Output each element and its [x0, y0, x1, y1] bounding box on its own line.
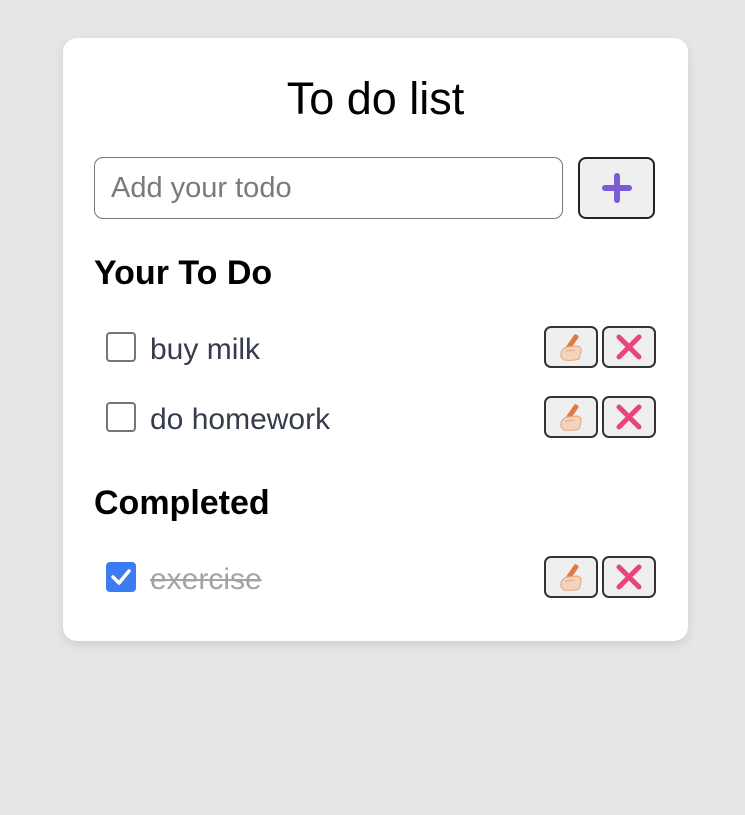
page-title: To do list	[286, 73, 465, 124]
checkmark-icon	[111, 569, 131, 585]
add-todo-button[interactable]	[578, 157, 655, 219]
todo-checkbox[interactable]	[106, 332, 136, 362]
todo-item: do homework	[94, 396, 656, 440]
todo-item: buy milk	[94, 326, 656, 370]
writing-hand-icon	[560, 404, 582, 431]
edit-button[interactable]	[544, 396, 598, 438]
todo-section-heading: Your To Do	[94, 254, 273, 292]
edit-button[interactable]	[544, 326, 598, 368]
edit-button[interactable]	[544, 556, 598, 598]
cross-mark-icon	[616, 334, 642, 360]
delete-button[interactable]	[602, 556, 656, 598]
delete-button[interactable]	[602, 326, 656, 368]
completed-item: exercise	[94, 556, 656, 600]
cross-mark-icon	[616, 564, 642, 590]
completed-checkbox[interactable]	[106, 562, 136, 592]
writing-hand-icon	[560, 564, 582, 591]
delete-button[interactable]	[602, 396, 656, 438]
todo-checkbox[interactable]	[106, 402, 136, 432]
writing-hand-icon	[560, 334, 582, 361]
todo-item-text: do homework	[150, 403, 331, 436]
cross-mark-icon	[616, 404, 642, 430]
plus-icon	[601, 173, 632, 203]
completed-item-text: exercise	[150, 563, 262, 596]
todo-item-text: buy milk	[150, 333, 261, 366]
completed-section-heading: Completed	[94, 484, 270, 522]
todo-card: To do list Your To Do buy milk do homewo…	[63, 38, 688, 641]
todo-input[interactable]	[94, 157, 563, 219]
